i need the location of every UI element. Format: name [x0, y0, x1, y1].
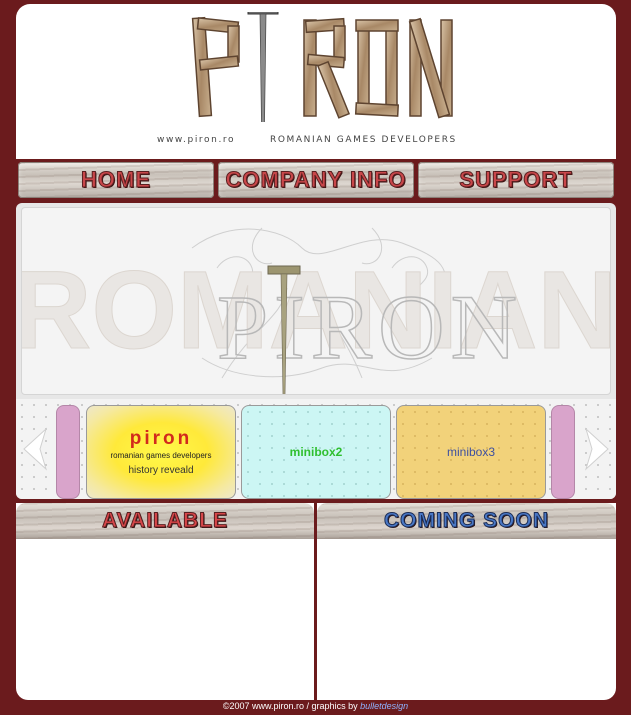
carousel-next-button[interactable] [582, 427, 612, 471]
footer-designer-link[interactable]: bulletdesign [360, 701, 408, 711]
coming-soon-title: COMING SOON [383, 509, 549, 533]
available-panel: AVAILABLE [16, 503, 314, 700]
nav-support-button[interactable]: SUPPORT [418, 162, 614, 198]
nav-support-label: SUPPORT [459, 167, 573, 193]
piron-logo-image [191, 12, 453, 122]
minibox-piron[interactable]: piron romanian games developers history … [86, 405, 236, 499]
site-tagline: ROMANIAN GAMES DEVELOPERS [270, 135, 457, 145]
minibox-3[interactable]: minibox3 [396, 405, 546, 499]
nav-company-info-label: COMPANY INFO [225, 167, 407, 193]
minibox-2-label: minibox2 [289, 445, 343, 459]
main-nav: HOME COMPANY INFO SUPPORT [16, 160, 616, 200]
coming-soon-header: COMING SOON [317, 503, 616, 539]
site-footer: ©2007 www.piron.ro / graphics by bulletd… [0, 700, 631, 712]
nav-home-button[interactable]: HOME [18, 162, 214, 198]
carousel-prev-button[interactable] [20, 427, 50, 471]
coming-soon-panel: COMING SOON [317, 503, 616, 700]
minibox-peek-right[interactable] [551, 405, 575, 499]
available-title: AVAILABLE [101, 509, 229, 533]
hero-banner: ROMANIAN PIRON [21, 207, 611, 395]
nav-company-info-button[interactable]: COMPANY INFO [218, 162, 414, 198]
minibox-subtitle: romanian games developers [110, 450, 212, 460]
chevron-right-icon [585, 427, 609, 471]
minibox-2[interactable]: minibox2 [241, 405, 391, 499]
site-header: www.piron.ro ROMANIAN GAMES DEVELOPERS [16, 4, 616, 159]
footer-copyright: ©2007 www.piron.ro / graphics by [222, 701, 361, 711]
minibox-3-label: minibox3 [446, 445, 496, 459]
content-box: ROMANIAN PIRON piron romanian games deve… [16, 203, 616, 499]
minibox-brand: piron [129, 427, 193, 449]
available-header: AVAILABLE [16, 503, 314, 539]
nav-home-label: HOME [81, 167, 151, 193]
minibox-history-link[interactable]: history reveald [128, 465, 193, 476]
banner-logo-text: PIRON [217, 276, 523, 378]
piron-logo [176, 12, 456, 122]
chevron-left-icon [23, 427, 47, 471]
minibox-carousel: piron romanian games developers history … [16, 399, 616, 499]
minibox-peek-left[interactable] [56, 405, 80, 499]
site-url: www.piron.ro [157, 135, 236, 145]
hero-banner-art: ROMANIAN PIRON [22, 227, 610, 394]
